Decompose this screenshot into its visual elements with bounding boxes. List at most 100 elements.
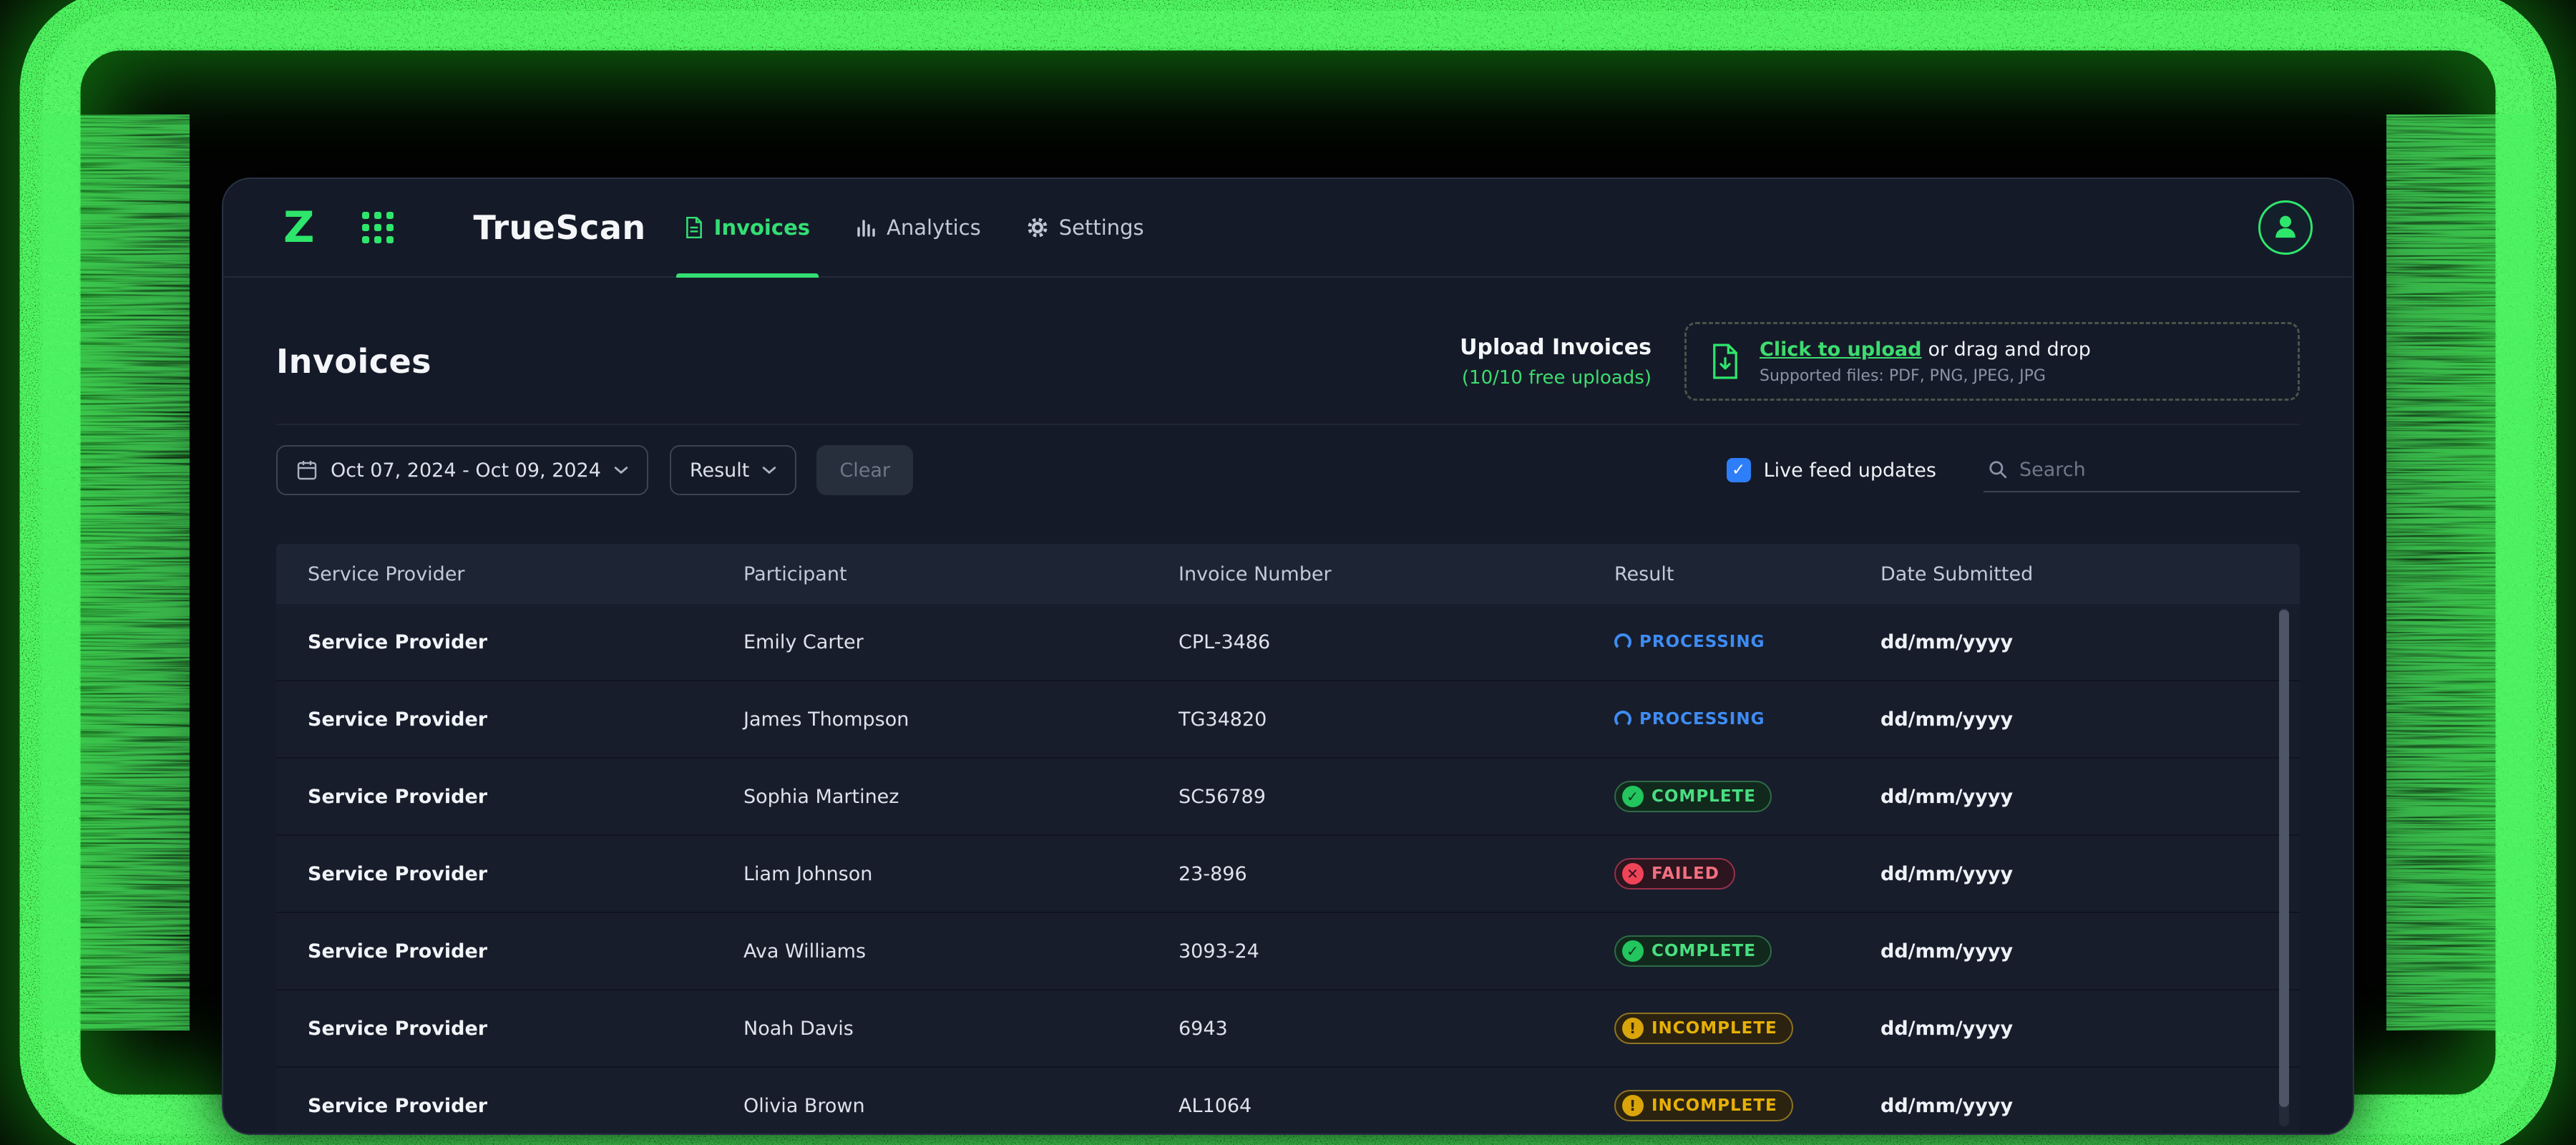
status-label: INCOMPLETE bbox=[1652, 1019, 1777, 1038]
column-header: Service Provider bbox=[276, 563, 712, 585]
cell-invoice-number: 6943 bbox=[1147, 1018, 1583, 1040]
filter-right-controls: ✓ Live feed updates bbox=[1727, 449, 2300, 492]
table-row[interactable]: Service Provider Olivia Brown AL1064 ! I… bbox=[276, 1068, 2300, 1135]
status-label: COMPLETE bbox=[1652, 787, 1756, 806]
tab-analytics[interactable]: Analytics bbox=[856, 179, 981, 276]
cell-participant: Emily Carter bbox=[712, 631, 1147, 653]
cell-date-submitted: dd/mm/yyyy bbox=[1849, 631, 2300, 653]
cell-invoice-number: AL1064 bbox=[1147, 1095, 1583, 1117]
cell-date-submitted: dd/mm/yyyy bbox=[1849, 940, 2300, 963]
section-divider bbox=[276, 424, 2300, 425]
column-header: Invoice Number bbox=[1147, 563, 1583, 585]
status-badge: ! INCOMPLETE bbox=[1614, 1013, 1793, 1044]
column-header: Date Submitted bbox=[1849, 563, 2300, 585]
live-feed-label: Live feed updates bbox=[1764, 459, 1936, 482]
main-content: Invoices Upload Invoices (10/10 free upl… bbox=[223, 322, 2353, 1135]
table-header: Service ProviderParticipantInvoice Numbe… bbox=[276, 544, 2300, 604]
result-filter[interactable]: Result bbox=[670, 445, 796, 495]
app-window: Z TrueScan Invoices bbox=[222, 177, 2354, 1135]
supported-files-text: Supported files: PDF, PNG, JPEG, JPG bbox=[1760, 367, 2091, 385]
status-badge: ✕ FAILED bbox=[1614, 858, 1735, 890]
table-scrollbar[interactable] bbox=[2279, 608, 2289, 1126]
cell-provider: Service Provider bbox=[276, 1018, 712, 1040]
cell-participant: Noah Davis bbox=[712, 1018, 1147, 1040]
table-row[interactable]: Service Provider Emily Carter CPL-3486 P… bbox=[276, 604, 2300, 681]
live-feed-toggle[interactable]: ✓ Live feed updates bbox=[1727, 458, 1936, 482]
cell-result: ✓ COMPLETE bbox=[1583, 935, 1849, 967]
table-row[interactable]: Service Provider Noah Davis 6943 ! INCOM… bbox=[276, 990, 2300, 1068]
status-label: PROCESSING bbox=[1639, 710, 1765, 729]
tab-invoices-label: Invoices bbox=[714, 215, 810, 240]
date-range-filter[interactable]: Oct 07, 2024 - Oct 09, 2024 bbox=[276, 445, 648, 495]
apps-grid-icon[interactable] bbox=[362, 212, 394, 243]
status-badge: PROCESSING bbox=[1614, 626, 1765, 658]
status-badge: PROCESSING bbox=[1614, 703, 1765, 735]
cell-invoice-number: CPL-3486 bbox=[1147, 631, 1583, 653]
top-navigation: Z TrueScan Invoices bbox=[223, 179, 2353, 278]
page-title: Invoices bbox=[276, 342, 431, 381]
bar-chart-icon bbox=[856, 218, 876, 238]
status-badge: ✓ COMPLETE bbox=[1614, 935, 1772, 967]
screenshot-stage: Z TrueScan Invoices bbox=[0, 0, 2576, 1145]
search-icon bbox=[1988, 459, 2008, 479]
table-row[interactable]: Service Provider James Thompson TG34820 … bbox=[276, 681, 2300, 759]
cell-provider: Service Provider bbox=[276, 940, 712, 963]
cell-invoice-number: SC56789 bbox=[1147, 786, 1583, 808]
cell-result: ✓ COMPLETE bbox=[1583, 781, 1849, 812]
cell-date-submitted: dd/mm/yyyy bbox=[1849, 863, 2300, 885]
status-icon: ! bbox=[1622, 1018, 1644, 1039]
drag-drop-text: or drag and drop bbox=[1928, 338, 2090, 361]
status-label: INCOMPLETE bbox=[1652, 1096, 1777, 1115]
invoices-table: Service ProviderParticipantInvoice Numbe… bbox=[276, 544, 2300, 1135]
status-label: PROCESSING bbox=[1639, 633, 1765, 651]
cell-date-submitted: dd/mm/yyyy bbox=[1849, 1018, 2300, 1040]
status-icon bbox=[1614, 633, 1631, 651]
file-upload-icon bbox=[1711, 344, 1740, 379]
document-icon bbox=[685, 217, 703, 238]
status-badge: ✓ COMPLETE bbox=[1614, 781, 1772, 812]
column-header: Participant bbox=[712, 563, 1147, 585]
cell-provider: Service Provider bbox=[276, 786, 712, 808]
date-range-value: Oct 07, 2024 - Oct 09, 2024 bbox=[331, 459, 601, 482]
dropzone-text: Click to upload or drag and drop Supporte… bbox=[1760, 338, 2091, 385]
cell-date-submitted: dd/mm/yyyy bbox=[1849, 786, 2300, 808]
table-body: Service Provider Emily Carter CPL-3486 P… bbox=[276, 604, 2300, 1135]
cell-participant: Sophia Martinez bbox=[712, 786, 1147, 808]
cell-provider: Service Provider bbox=[276, 1095, 712, 1117]
cell-date-submitted: dd/mm/yyyy bbox=[1849, 1095, 2300, 1117]
tab-settings[interactable]: Settings bbox=[1027, 179, 1144, 276]
clear-filters-button[interactable]: Clear bbox=[816, 445, 913, 495]
user-avatar[interactable] bbox=[2258, 200, 2313, 255]
app-title: TrueScan bbox=[474, 208, 646, 247]
cell-result: ! INCOMPLETE bbox=[1583, 1013, 1849, 1044]
cell-date-submitted: dd/mm/yyyy bbox=[1849, 708, 2300, 731]
click-to-upload-link[interactable]: Click to upload bbox=[1760, 338, 1921, 361]
cell-result: ✕ FAILED bbox=[1583, 858, 1849, 890]
table-row[interactable]: Service Provider Liam Johnson 23-896 ✕ F… bbox=[276, 836, 2300, 913]
upload-dropzone[interactable]: Click to upload or drag and drop Supporte… bbox=[1684, 322, 2300, 401]
cell-participant: Olivia Brown bbox=[712, 1095, 1147, 1117]
tab-invoices[interactable]: Invoices bbox=[685, 179, 810, 276]
cell-provider: Service Provider bbox=[276, 863, 712, 885]
check-icon: ✓ bbox=[1732, 462, 1745, 479]
scrollbar-thumb[interactable] bbox=[2279, 610, 2289, 1107]
gear-icon bbox=[1027, 217, 1048, 238]
chevron-down-icon bbox=[614, 466, 628, 474]
column-header: Result bbox=[1583, 563, 1849, 585]
page-header-row: Invoices Upload Invoices (10/10 free upl… bbox=[276, 322, 2300, 401]
search-box[interactable] bbox=[1984, 449, 2300, 492]
table-row[interactable]: Service Provider Sophia Martinez SC56789… bbox=[276, 759, 2300, 836]
cell-participant: Ava Williams bbox=[712, 940, 1147, 963]
cell-result: PROCESSING bbox=[1583, 626, 1849, 658]
cell-participant: James Thompson bbox=[712, 708, 1147, 731]
filter-row: Oct 07, 2024 - Oct 09, 2024 Result Clear bbox=[276, 445, 2300, 495]
status-badge: ! INCOMPLETE bbox=[1614, 1090, 1793, 1121]
live-feed-checkbox[interactable]: ✓ bbox=[1727, 458, 1751, 482]
upload-heading: Upload Invoices bbox=[1460, 335, 1652, 360]
tab-analytics-label: Analytics bbox=[887, 215, 981, 240]
search-input[interactable] bbox=[2019, 459, 2296, 481]
status-icon: ✓ bbox=[1622, 940, 1644, 962]
result-filter-label: Result bbox=[690, 459, 749, 482]
table-row[interactable]: Service Provider Ava Williams 3093-24 ✓ … bbox=[276, 913, 2300, 990]
upload-text: Upload Invoices (10/10 free uploads) bbox=[1460, 335, 1652, 389]
